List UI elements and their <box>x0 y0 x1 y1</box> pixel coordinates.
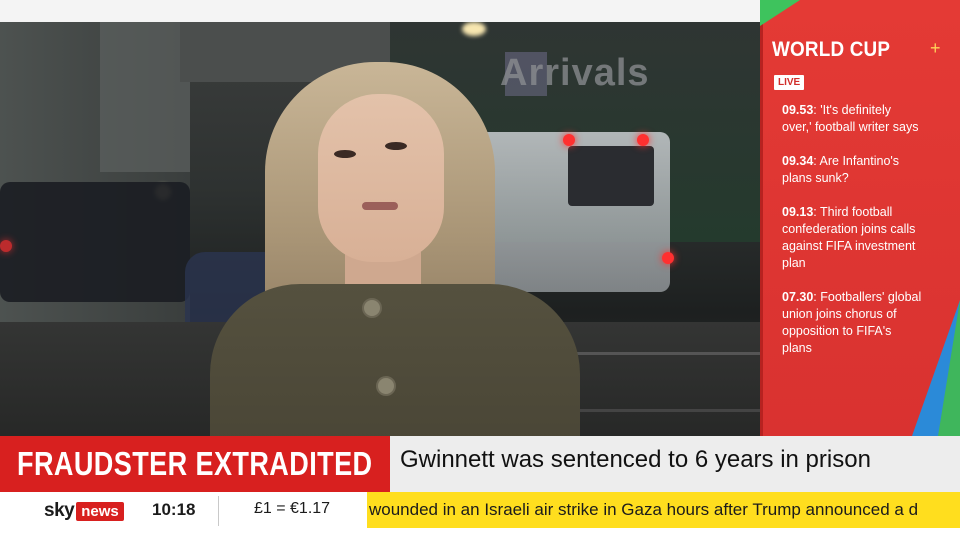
bus-window <box>568 146 654 206</box>
arrivals-sign: Arrivals <box>500 52 650 94</box>
reporter-eye <box>334 150 356 158</box>
feed-time: 09.13 <box>782 205 814 219</box>
headline-label: FRAUDSTER EXTRADITED <box>17 445 373 482</box>
bus-light <box>563 134 575 146</box>
reporter-eye <box>385 142 407 150</box>
car-left <box>0 182 190 302</box>
headline-label-box: FRAUDSTER EXTRADITED <box>0 436 390 492</box>
crawl-text: wounded in an Israeli air strike in Gaza… <box>369 500 919 519</box>
news-crawl: wounded in an Israeli air strike in Gaza… <box>367 492 960 528</box>
plus-icon: + <box>930 38 941 58</box>
bus-light <box>637 134 649 146</box>
sky-news-logo: sky news <box>44 500 124 522</box>
jacket-button <box>362 298 382 318</box>
jacket-button <box>376 376 396 396</box>
tail-light <box>0 240 12 252</box>
light-glow <box>462 22 486 36</box>
panel-title: WORLD CUP <box>772 38 891 61</box>
video-feed: Arrivals <box>0 22 760 436</box>
headline-text: Gwinnett was sentenced to 6 years in pri… <box>400 446 871 473</box>
feed-time: 09.34 <box>782 154 814 168</box>
feed-item[interactable]: 09.13: Third football confederation join… <box>782 204 922 272</box>
panel-graphic-green <box>938 300 960 436</box>
top-strip <box>0 0 760 22</box>
reporter-face <box>318 94 444 262</box>
ticker-divider <box>218 496 219 526</box>
reporter-mouth <box>362 202 398 210</box>
feed-item[interactable]: 07.30: Footballers' global union joins c… <box>782 289 922 357</box>
live-feed: 09.53: 'It's definitely over,' football … <box>782 102 922 374</box>
panel-corner-accent <box>760 0 800 26</box>
logo-news: news <box>76 501 124 521</box>
building-left-upper <box>100 22 190 172</box>
railing <box>560 352 760 412</box>
reporter-jacket <box>210 284 580 436</box>
feed-time: 09.53 <box>782 103 814 117</box>
feed-item[interactable]: 09.53: 'It's definitely over,' football … <box>782 102 922 136</box>
panel-seam <box>760 0 763 436</box>
clock: 10:18 <box>152 500 196 519</box>
exchange-rate: £1 = €1.17 <box>254 500 331 517</box>
logo-sky: sky <box>44 500 75 521</box>
feed-time: 07.30 <box>782 290 814 304</box>
live-badge: LIVE <box>774 75 805 90</box>
feed-item[interactable]: 09.34: Are Infantino's plans sunk? <box>782 153 922 187</box>
tail-light <box>662 252 674 264</box>
